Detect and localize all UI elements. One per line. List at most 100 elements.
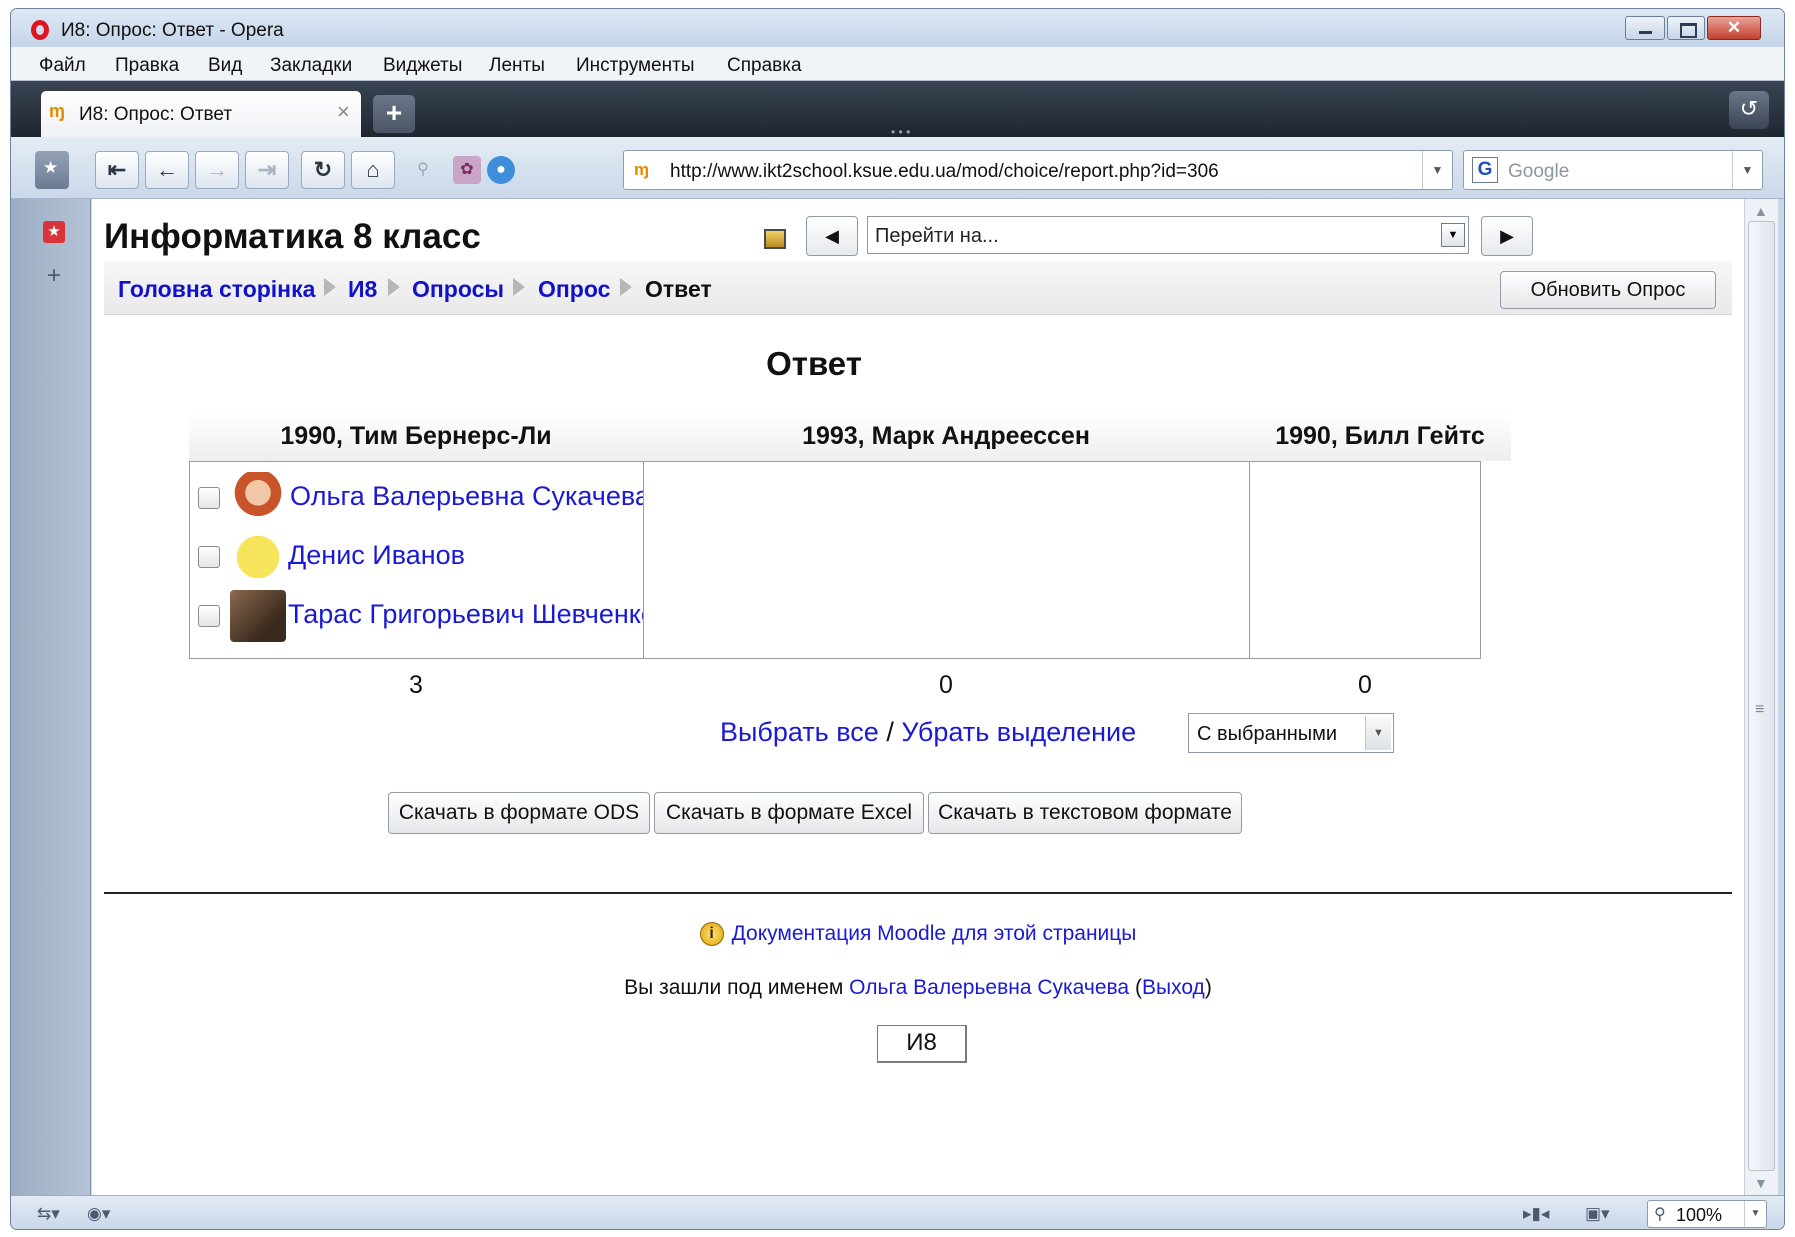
logout-link[interactable]: Выход [1142, 976, 1205, 999]
forward-button[interactable]: → [195, 151, 239, 189]
menu-edit[interactable]: Правка [115, 55, 179, 77]
select-links-separator: / [886, 717, 894, 747]
tab-bar: ɱ И8: Опрос: Ответ × + • • • ↺ [11, 81, 1784, 139]
breadcrumb-current: Ответ [645, 276, 712, 302]
menu-bar: Файл Правка Вид Закладки Виджеты Ленты И… [11, 47, 1784, 81]
add-panel-icon[interactable]: + [43, 264, 65, 288]
download-excel-button[interactable]: Скачать в формате Excel [654, 792, 924, 834]
feed-icon[interactable]: ✿ [453, 156, 481, 184]
column-cell-3 [1249, 461, 1481, 659]
window-title: И8: Опрос: Ответ - Opera [61, 20, 284, 41]
breadcrumb-choices[interactable]: Опросы [412, 276, 504, 303]
menu-bookmarks[interactable]: Закладки [270, 55, 352, 77]
deselect-all-link[interactable]: Убрать выделение [901, 717, 1136, 747]
user-link[interactable]: Тарас Григорьевич Шевченко [288, 599, 656, 630]
address-dropdown-icon[interactable]: ▼ [1422, 151, 1452, 189]
scrollbar-grip-icon: ≡ [1755, 701, 1765, 718]
login-prefix: Вы зашли под именем [624, 976, 844, 999]
user-checkbox[interactable] [198, 605, 220, 627]
avatar[interactable] [230, 472, 286, 524]
tab-close-icon[interactable]: × [337, 99, 350, 125]
previous-activity-button[interactable]: ◀ [806, 216, 858, 256]
user-link[interactable]: Денис Иванов [288, 540, 465, 571]
sync-icon[interactable]: ⇆▾ [37, 1204, 60, 1224]
user-link[interactable]: Ольга Валерьевна Сукачева [290, 481, 650, 512]
vertical-scrollbar[interactable]: ▲ ≡ ▼ [1744, 199, 1778, 1195]
bookmarks-panel-icon[interactable]: ★ [43, 221, 65, 243]
tab-active[interactable]: ɱ И8: Опрос: Ответ × [41, 91, 361, 137]
next-activity-button[interactable]: ▶ [1481, 216, 1533, 256]
breadcrumb-course[interactable]: И8 [348, 276, 377, 303]
minimize-button[interactable] [1625, 16, 1665, 40]
close-window-button[interactable]: ✕ [1707, 16, 1761, 40]
home-button[interactable]: ⌂ [351, 151, 395, 189]
course-home-button[interactable]: И8 [877, 1025, 967, 1063]
breadcrumb-separator-icon [620, 278, 632, 296]
fast-forward-button[interactable]: ⇥ [245, 151, 289, 189]
with-selected-select[interactable]: С выбранными ▼ [1188, 713, 1394, 753]
status-bar: ⇆▾ ◉▾ ▸▮◂ ▣▾ ⚲ 100% ▼ [11, 1195, 1784, 1229]
rewind-button[interactable]: ⇤ [95, 151, 139, 189]
column-cell-2 [643, 461, 1250, 659]
title-bar: И8: Опрос: Ответ - Opera ✕ [11, 9, 1784, 47]
unite-status-icon[interactable]: ▸▮◂ [1523, 1204, 1549, 1224]
jump-to-dropdown-icon[interactable]: ▼ [1441, 223, 1465, 247]
menu-view[interactable]: Вид [208, 55, 242, 77]
select-all-link[interactable]: Выбрать все [720, 717, 879, 747]
with-selected-dropdown-icon[interactable]: ▼ [1365, 716, 1391, 750]
turbo-icon[interactable]: ◉▾ [87, 1204, 110, 1224]
zoom-level: 100% [1676, 1205, 1723, 1225]
avatar[interactable] [230, 531, 286, 583]
address-input[interactable]: http://www.ikt2school.ksue.edu.ua/mod/ch… [670, 161, 1219, 183]
panel-toggle-button[interactable] [35, 151, 69, 189]
reload-button[interactable]: ↻ [301, 151, 345, 189]
back-button[interactable]: ← [145, 151, 189, 189]
logged-in-user-link[interactable]: Ольга Валерьевна Сукачева [849, 976, 1129, 999]
new-tab-button[interactable]: + [373, 95, 415, 133]
scroll-up-icon[interactable]: ▲ [1754, 203, 1768, 219]
logout-paren-open: ( [1134, 976, 1142, 999]
column-header: 1993, Марк Андреессен [643, 413, 1249, 461]
address-bar[interactable]: ɱ http://www.ikt2school.ksue.edu.ua/mod/… [623, 150, 1453, 190]
side-panel: ★ + [11, 199, 91, 1195]
response-count: 3 [409, 671, 423, 699]
menu-feeds[interactable]: Ленты [489, 55, 545, 77]
menu-help[interactable]: Справка [727, 55, 802, 77]
search-dropdown-icon[interactable]: ▼ [1732, 151, 1762, 189]
menu-file[interactable]: Файл [39, 55, 86, 77]
breadcrumb-separator-icon [513, 278, 525, 296]
zoom-icon: ⚲ [1654, 1206, 1666, 1223]
breadcrumb-home[interactable]: Головна сторінка [118, 276, 315, 303]
wand-icon[interactable]: ⚲ [409, 156, 437, 184]
user-checkbox[interactable] [198, 487, 220, 509]
column-cell-1: Ольга Валерьевна Сукачева Денис Иванов Т… [189, 461, 656, 659]
breadcrumb: Головна сторінка И8 Опросы Опрос Ответ О… [104, 261, 1732, 315]
image-toggle-icon[interactable]: ▣▾ [1585, 1204, 1610, 1224]
update-choice-button[interactable]: Обновить Опрос [1500, 271, 1716, 309]
search-box[interactable]: G Google ▼ [1463, 150, 1763, 190]
breadcrumb-choice[interactable]: Опрос [538, 276, 610, 303]
moodle-docs-link[interactable]: Документация Moodle для этой страницы [732, 922, 1137, 945]
jump-to-select[interactable]: Перейти на... ▼ [867, 216, 1469, 254]
navigation-toolbar: ⇤ ← → ⇥ ↻ ⌂ ⚲ ✿ ● ɱ http://www.ikt2schoo… [11, 137, 1784, 199]
opera-logo-icon [31, 20, 49, 40]
maximize-button[interactable] [1667, 16, 1705, 40]
zoom-control[interactable]: ⚲ 100% ▼ [1647, 1200, 1767, 1228]
unite-icon[interactable]: ● [487, 156, 515, 184]
menu-tools[interactable]: Инструменты [576, 55, 694, 77]
scroll-down-icon[interactable]: ▼ [1754, 1175, 1768, 1191]
google-icon[interactable]: G [1472, 157, 1498, 183]
user-checkbox[interactable] [198, 546, 220, 568]
zoom-dropdown-icon[interactable]: ▼ [1744, 1201, 1766, 1227]
save-icon[interactable] [764, 229, 786, 249]
logout-paren-close: ) [1204, 976, 1212, 999]
avatar[interactable] [230, 590, 286, 642]
menu-widgets[interactable]: Виджеты [383, 55, 462, 77]
column-header: 1990, Тим Бернерс-Ли [189, 413, 643, 461]
with-selected-value: С выбранными [1197, 723, 1338, 745]
download-ods-button[interactable]: Скачать в формате ODS [388, 792, 650, 834]
download-text-button[interactable]: Скачать в текстовом формате [928, 792, 1242, 834]
scrollbar-thumb[interactable] [1748, 221, 1775, 1171]
search-input[interactable]: Google [1508, 161, 1569, 183]
closed-tabs-button[interactable]: ↺ [1729, 91, 1769, 129]
